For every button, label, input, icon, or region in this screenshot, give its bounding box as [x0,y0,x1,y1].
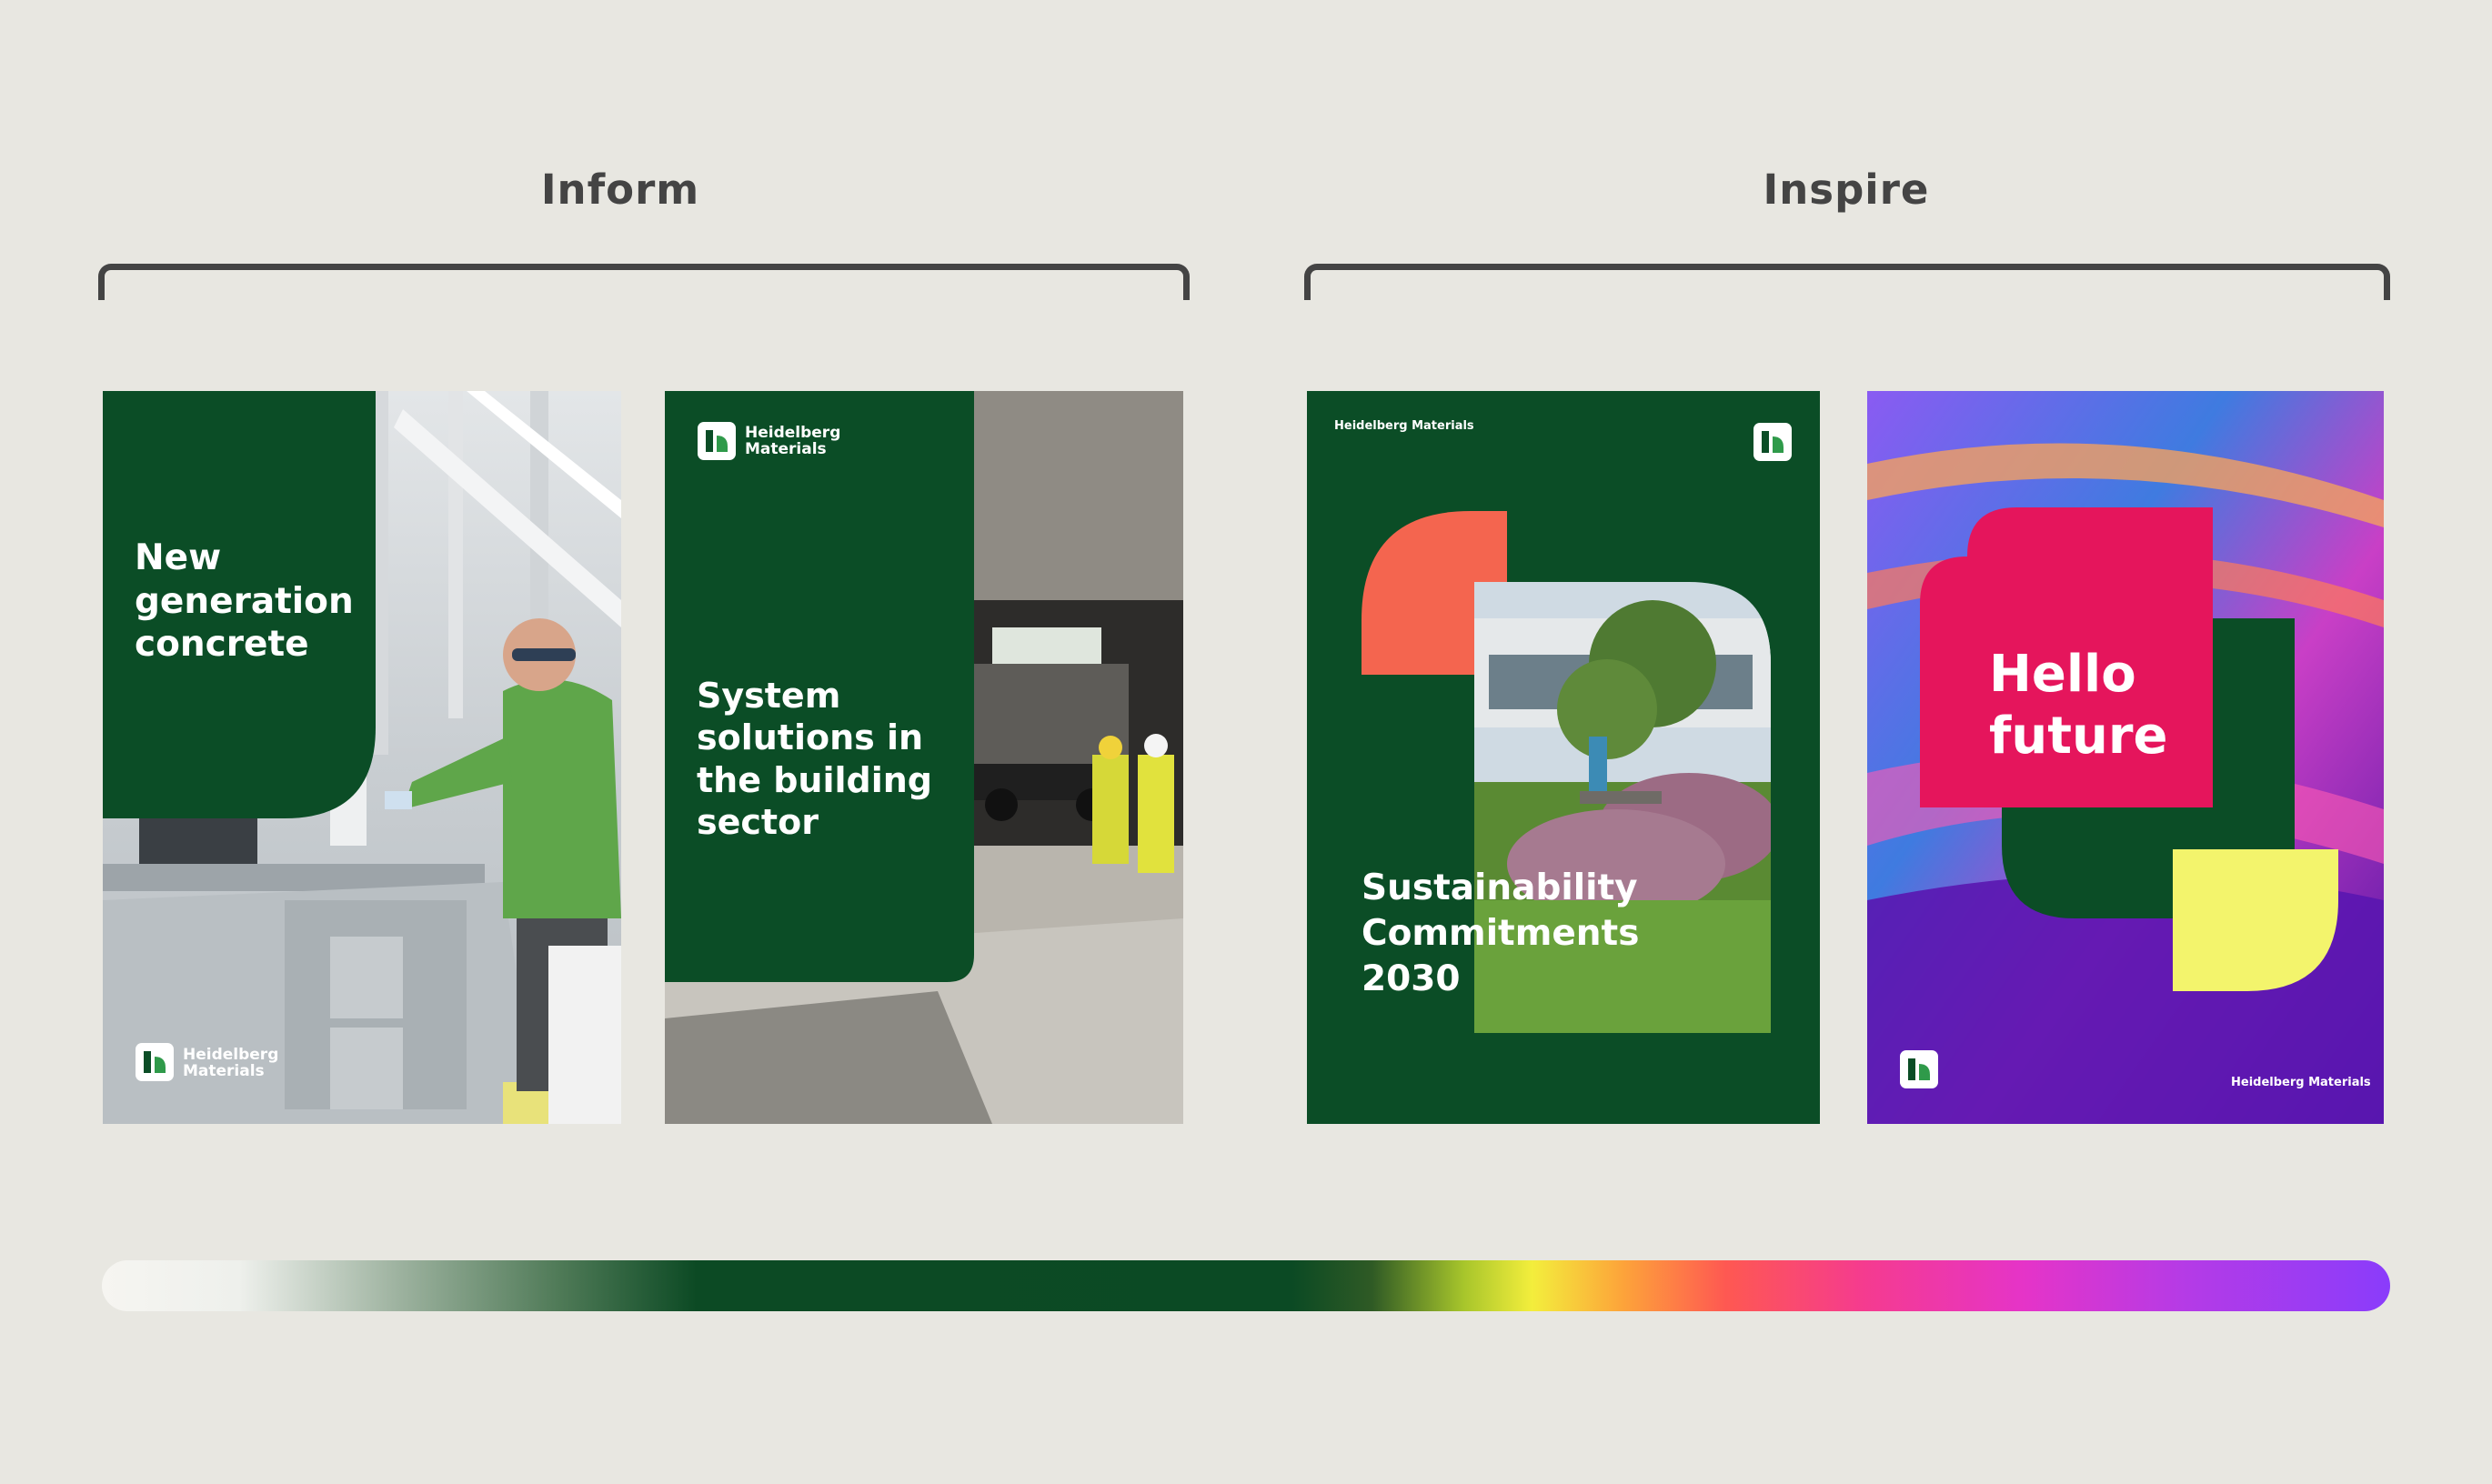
heidelberg-logo-icon [1900,1050,1938,1088]
poster-headline: Sustainability Commitments 2030 [1362,867,1640,999]
poster-headline: New generation concrete [135,537,354,666]
green-panel-shape [103,391,376,818]
garden-photo [1474,582,1771,1033]
inspire-bracket [1304,264,2390,300]
poster-new-generation-concrete: New generation concrete Heidelberg Mater… [103,391,621,1124]
poster-headline: Hello future [1989,645,2168,767]
poster-hello-future: Hello future Heidelberg Materials [1867,391,2384,1124]
section-title-inform: Inform [540,165,700,214]
brand-wordmark: Heidelberg Materials [183,1046,279,1080]
poster-sustainability-commitments: Heidelberg Materials Sustainability Comm [1307,391,1820,1124]
section-title-inspire: Inspire [1763,165,1930,214]
inform-bracket [98,264,1190,300]
heidelberg-logo-icon [136,1043,174,1081]
brand-wordmark: Heidelberg Materials [745,424,841,458]
heidelberg-logo-icon [698,422,736,460]
brand-wordmark: Heidelberg Materials [2231,1076,2371,1089]
poster-headline: System solutions in the building sector [697,676,933,843]
brand-spectrum-bar [102,1260,2390,1311]
poster-system-solutions: Heidelberg Materials System solutions in… [665,391,1183,1124]
